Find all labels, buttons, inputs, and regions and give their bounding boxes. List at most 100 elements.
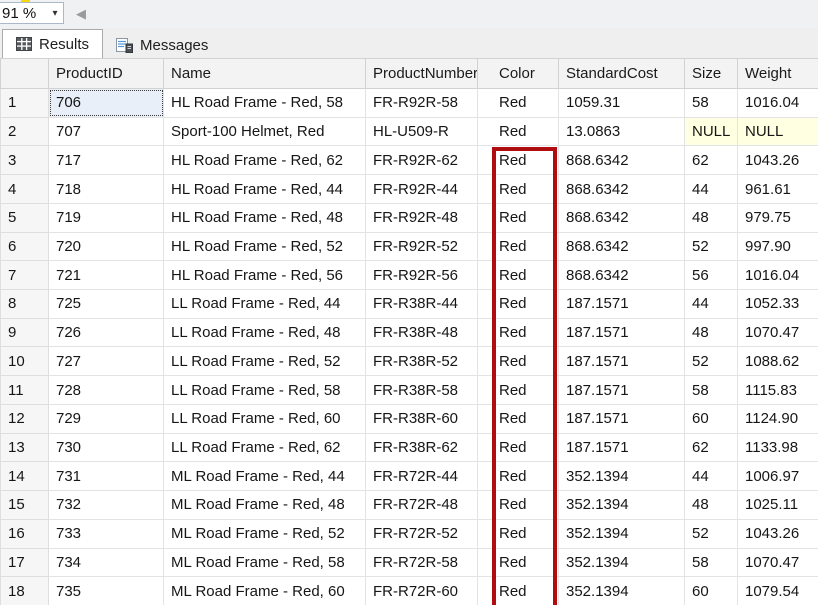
- row-number[interactable]: 9: [1, 318, 49, 347]
- cell-color[interactable]: Red: [478, 290, 559, 319]
- cell-name[interactable]: HL Road Frame - Red, 56: [164, 261, 366, 290]
- cell-weight[interactable]: 1070.47: [738, 548, 818, 577]
- cell-color[interactable]: Red: [478, 89, 559, 118]
- cell-name[interactable]: ML Road Frame - Red, 48: [164, 491, 366, 520]
- cell-color[interactable]: Red: [478, 146, 559, 175]
- cell-productnumber[interactable]: HL-U509-R: [366, 117, 478, 146]
- cell-productnumber[interactable]: FR-R38R-60: [366, 404, 478, 433]
- cell-weight[interactable]: 1043.26: [738, 146, 818, 175]
- cell-standardcost[interactable]: 187.1571: [559, 404, 685, 433]
- cell-standardcost[interactable]: 352.1394: [559, 548, 685, 577]
- cell-size[interactable]: 44: [685, 175, 738, 204]
- cell-name[interactable]: LL Road Frame - Red, 62: [164, 433, 366, 462]
- cell-productid[interactable]: 717: [49, 146, 164, 175]
- cell-name[interactable]: HL Road Frame - Red, 52: [164, 232, 366, 261]
- cell-productid[interactable]: 719: [49, 203, 164, 232]
- cell-color[interactable]: Red: [478, 491, 559, 520]
- row-number[interactable]: 11: [1, 376, 49, 405]
- cell-productid[interactable]: 735: [49, 577, 164, 605]
- cell-size[interactable]: 48: [685, 318, 738, 347]
- cell-name[interactable]: ML Road Frame - Red, 60: [164, 577, 366, 605]
- cell-weight[interactable]: 1079.54: [738, 577, 818, 605]
- column-header-weight[interactable]: Weight: [738, 59, 818, 89]
- row-number[interactable]: 15: [1, 491, 49, 520]
- cell-productid[interactable]: 718: [49, 175, 164, 204]
- cell-productid[interactable]: 729: [49, 404, 164, 433]
- row-number[interactable]: 17: [1, 548, 49, 577]
- cell-size[interactable]: 58: [685, 376, 738, 405]
- cell-size[interactable]: 62: [685, 433, 738, 462]
- cell-weight[interactable]: 1025.11: [738, 491, 818, 520]
- cell-weight[interactable]: 1133.98: [738, 433, 818, 462]
- tab-messages[interactable]: Messages: [103, 33, 221, 58]
- row-number[interactable]: 5: [1, 203, 49, 232]
- cell-productid[interactable]: 731: [49, 462, 164, 491]
- cell-productnumber[interactable]: FR-R92R-52: [366, 232, 478, 261]
- cell-color[interactable]: Red: [478, 462, 559, 491]
- cell-productnumber[interactable]: FR-R72R-52: [366, 519, 478, 548]
- cell-productnumber[interactable]: FR-R92R-44: [366, 175, 478, 204]
- cell-color[interactable]: Red: [478, 261, 559, 290]
- cell-color[interactable]: Red: [478, 232, 559, 261]
- cell-productid[interactable]: 706: [49, 89, 164, 118]
- cell-standardcost[interactable]: 187.1571: [559, 433, 685, 462]
- cell-size[interactable]: 58: [685, 89, 738, 118]
- row-number[interactable]: 14: [1, 462, 49, 491]
- cell-productid[interactable]: 721: [49, 261, 164, 290]
- row-number[interactable]: 2: [1, 117, 49, 146]
- cell-name[interactable]: HL Road Frame - Red, 48: [164, 203, 366, 232]
- scroll-left-icon[interactable]: ◀: [76, 5, 86, 23]
- cell-standardcost[interactable]: 352.1394: [559, 462, 685, 491]
- cell-color[interactable]: Red: [478, 577, 559, 605]
- cell-size[interactable]: 56: [685, 261, 738, 290]
- cell-name[interactable]: LL Road Frame - Red, 44: [164, 290, 366, 319]
- cell-name[interactable]: LL Road Frame - Red, 58: [164, 376, 366, 405]
- cell-weight[interactable]: NULL: [738, 117, 818, 146]
- cell-size[interactable]: 60: [685, 404, 738, 433]
- row-number[interactable]: 10: [1, 347, 49, 376]
- cell-standardcost[interactable]: 352.1394: [559, 519, 685, 548]
- cell-name[interactable]: LL Road Frame - Red, 48: [164, 318, 366, 347]
- cell-name[interactable]: LL Road Frame - Red, 52: [164, 347, 366, 376]
- cell-size[interactable]: 58: [685, 548, 738, 577]
- cell-weight[interactable]: 1124.90: [738, 404, 818, 433]
- cell-size[interactable]: 52: [685, 232, 738, 261]
- row-number[interactable]: 3: [1, 146, 49, 175]
- cell-name[interactable]: Sport-100 Helmet, Red: [164, 117, 366, 146]
- cell-name[interactable]: HL Road Frame - Red, 58: [164, 89, 366, 118]
- cell-productid[interactable]: 734: [49, 548, 164, 577]
- cell-name[interactable]: HL Road Frame - Red, 44: [164, 175, 366, 204]
- cell-standardcost[interactable]: 868.6342: [559, 232, 685, 261]
- row-number[interactable]: 7: [1, 261, 49, 290]
- cell-productid[interactable]: 730: [49, 433, 164, 462]
- cell-productid[interactable]: 725: [49, 290, 164, 319]
- cell-name[interactable]: ML Road Frame - Red, 44: [164, 462, 366, 491]
- cell-productnumber[interactable]: FR-R92R-58: [366, 89, 478, 118]
- cell-size[interactable]: 48: [685, 203, 738, 232]
- cell-standardcost[interactable]: 352.1394: [559, 577, 685, 605]
- cell-productnumber[interactable]: FR-R72R-60: [366, 577, 478, 605]
- cell-color[interactable]: Red: [478, 203, 559, 232]
- cell-standardcost[interactable]: 868.6342: [559, 175, 685, 204]
- cell-weight[interactable]: 1052.33: [738, 290, 818, 319]
- cell-color[interactable]: Red: [478, 318, 559, 347]
- cell-productnumber[interactable]: FR-R38R-44: [366, 290, 478, 319]
- row-number[interactable]: 16: [1, 519, 49, 548]
- cell-weight[interactable]: 1006.97: [738, 462, 818, 491]
- cell-size[interactable]: 52: [685, 519, 738, 548]
- row-number[interactable]: 4: [1, 175, 49, 204]
- cell-size[interactable]: 44: [685, 290, 738, 319]
- cell-productid[interactable]: 732: [49, 491, 164, 520]
- column-header-color[interactable]: Color: [478, 59, 559, 89]
- cell-standardcost[interactable]: 352.1394: [559, 491, 685, 520]
- cell-name[interactable]: ML Road Frame - Red, 52: [164, 519, 366, 548]
- cell-color[interactable]: Red: [478, 117, 559, 146]
- cell-size[interactable]: 60: [685, 577, 738, 605]
- row-number[interactable]: 13: [1, 433, 49, 462]
- cell-standardcost[interactable]: 868.6342: [559, 146, 685, 175]
- tab-results[interactable]: Results: [2, 29, 103, 58]
- cell-productnumber[interactable]: FR-R72R-58: [366, 548, 478, 577]
- cell-standardcost[interactable]: 868.6342: [559, 261, 685, 290]
- cell-standardcost[interactable]: 187.1571: [559, 318, 685, 347]
- cell-productnumber[interactable]: FR-R92R-62: [366, 146, 478, 175]
